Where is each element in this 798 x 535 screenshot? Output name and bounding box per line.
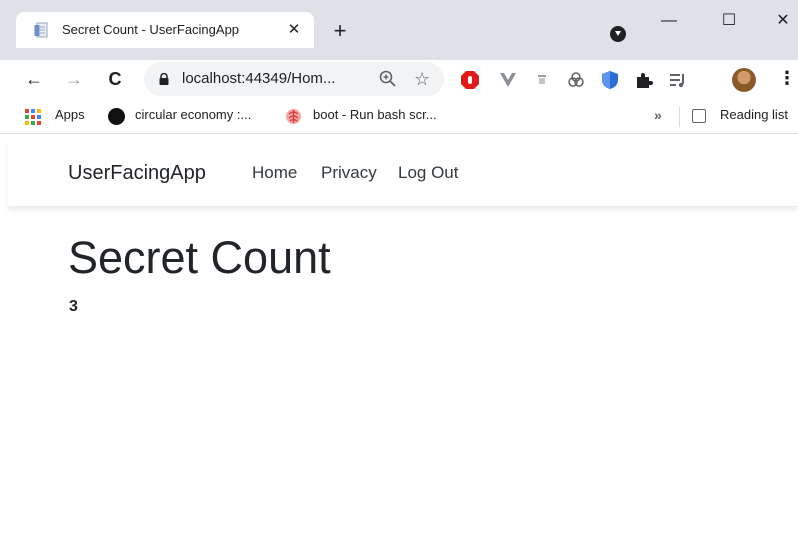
- adblock-extension-icon[interactable]: [460, 70, 480, 90]
- site-navbar: UserFacingApp Home Privacy Log Out: [8, 141, 798, 207]
- apps-grid-icon: [25, 109, 43, 127]
- lock-icon: [159, 73, 169, 85]
- close-window-button[interactable]: ✕: [768, 8, 798, 34]
- bookmark-item[interactable]: circular economy :...: [135, 107, 251, 122]
- reading-list-icon: [692, 109, 706, 123]
- bookmark-star-icon[interactable]: ☆: [414, 68, 430, 90]
- media-controls-icon[interactable]: [668, 70, 688, 90]
- divider: [679, 107, 680, 127]
- forward-button[interactable]: →: [62, 67, 86, 91]
- bookmarks-bar: Apps circular economy :... boot - Run ba…: [0, 100, 798, 134]
- bookmark-apps[interactable]: Apps: [55, 107, 85, 122]
- back-button[interactable]: ←: [22, 67, 46, 91]
- maximize-button[interactable]: ☐: [714, 8, 744, 34]
- shield-icon[interactable]: [600, 70, 620, 90]
- tab-title: Secret Count - UserFacingApp: [62, 22, 240, 37]
- bookmark-n-icon: [108, 108, 125, 125]
- url-text[interactable]: localhost:44349/Hom...: [182, 70, 335, 87]
- tab-search-button[interactable]: [610, 26, 626, 42]
- browser-tab[interactable]: Secret Count - UserFacingApp ✕: [16, 12, 314, 48]
- bookmark-item[interactable]: boot - Run bash scr...: [313, 107, 437, 122]
- menu-icon[interactable]: ⋮: [778, 66, 796, 90]
- tab-close-icon[interactable]: ✕: [284, 18, 304, 42]
- zoom-icon[interactable]: [378, 69, 398, 89]
- bookmarks-overflow-button[interactable]: »: [654, 107, 662, 123]
- document-icon: [34, 22, 48, 38]
- nav-link-logout[interactable]: Log Out: [398, 163, 459, 183]
- site-brand[interactable]: UserFacingApp: [68, 162, 206, 185]
- new-tab-button[interactable]: +: [328, 20, 352, 44]
- extensions-puzzle-icon[interactable]: [634, 70, 654, 90]
- extension-icon[interactable]: [532, 70, 552, 90]
- minimize-button[interactable]: —: [654, 8, 684, 34]
- reading-list-button[interactable]: Reading list: [720, 107, 788, 122]
- brain-icon: [286, 109, 301, 124]
- nav-link-home[interactable]: Home: [252, 163, 297, 183]
- profile-avatar[interactable]: [732, 68, 756, 92]
- secret-count-value: 3: [69, 298, 78, 315]
- nav-link-privacy[interactable]: Privacy: [321, 163, 377, 183]
- address-bar[interactable]: localhost:44349/Hom... ☆: [144, 62, 444, 96]
- link-extension-icon[interactable]: [566, 70, 586, 90]
- tab-strip: Secret Count - UserFacingApp ✕ + — ☐ ✕: [0, 0, 798, 60]
- reload-button[interactable]: C: [103, 67, 127, 91]
- vue-devtools-icon[interactable]: [498, 70, 518, 90]
- page-title: Secret Count: [68, 232, 331, 283]
- browser-toolbar: ← → C localhost:44349/Hom... ☆ ⋮: [0, 60, 798, 100]
